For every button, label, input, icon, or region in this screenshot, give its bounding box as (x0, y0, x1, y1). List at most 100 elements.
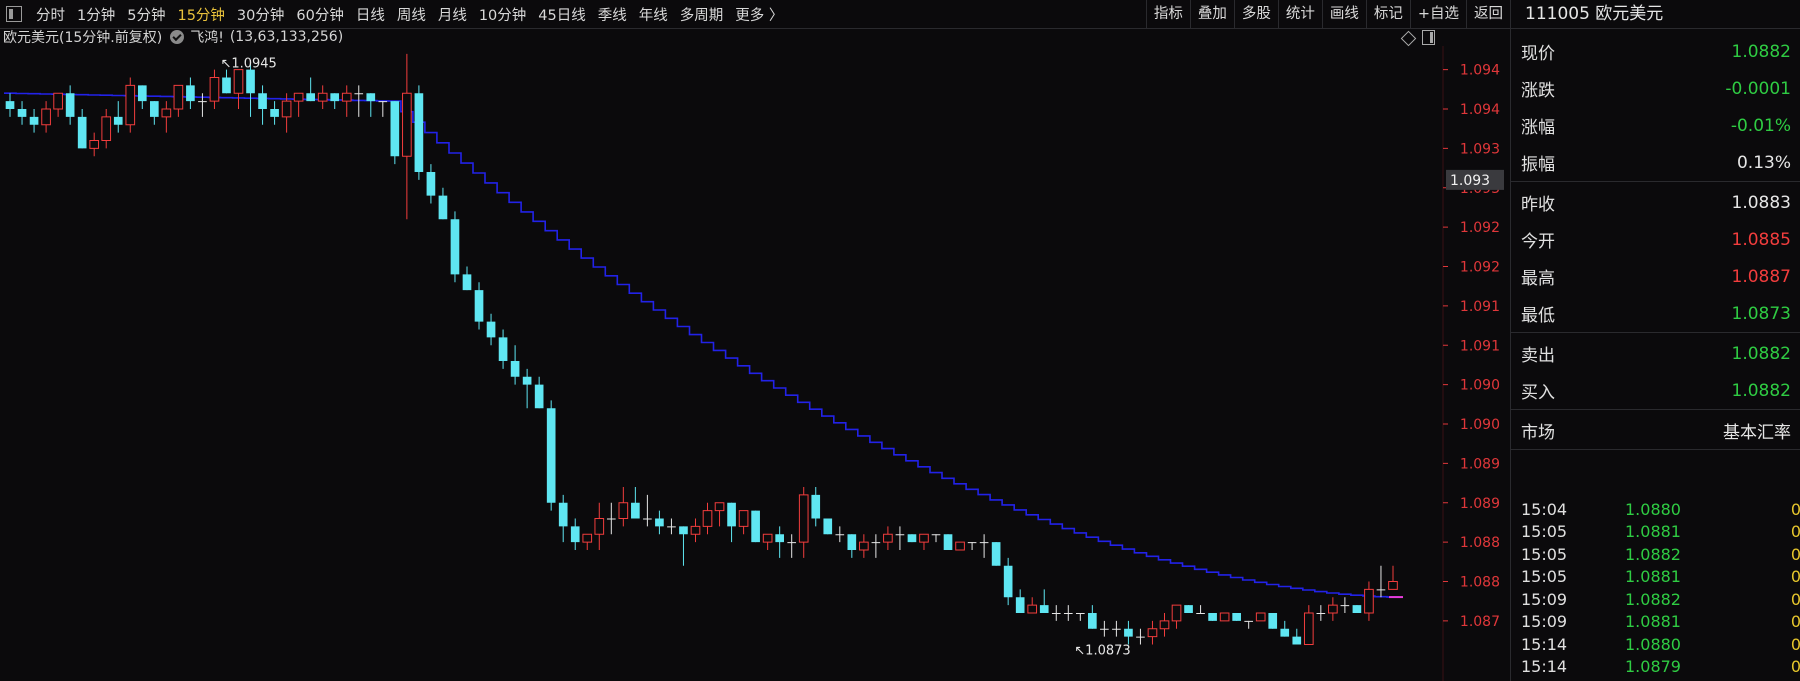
period-tab-11[interactable]: 季线 (592, 4, 633, 25)
candle-body (1196, 613, 1205, 614)
period-tab-0[interactable]: 分时 (30, 4, 71, 25)
candle-body (798, 494, 809, 543)
candle-body (53, 92, 63, 110)
candle-body (835, 534, 845, 536)
quote-row-3: 振幅 0.13% (1511, 144, 1800, 181)
y-tick-label: 1.093 (1460, 141, 1500, 157)
period-tab-6[interactable]: 日线 (350, 4, 391, 25)
candle-body (859, 541, 869, 551)
price-annotation: ↖1.0873 (1074, 644, 1130, 659)
candle-body (943, 534, 953, 550)
candle-body (330, 93, 340, 102)
candle-body (1328, 604, 1338, 614)
candle-body (414, 93, 424, 172)
period-tab-14[interactable]: 更多 〉 (729, 4, 789, 25)
candle-body (618, 502, 629, 519)
candle-body (883, 533, 893, 543)
quote-row-0: 现价 1.0882 (1511, 33, 1800, 70)
panel-toggle-icon[interactable] (1422, 30, 1435, 45)
panel-title: 111005 欧元美元 (1511, 0, 1800, 29)
candle-body (402, 92, 412, 157)
tool-button-4[interactable]: 画线 (1321, 0, 1366, 28)
quote-label: 现价 (1521, 44, 1555, 64)
period-tab-8[interactable]: 月线 (432, 4, 473, 25)
tool-button-3[interactable]: 统计 (1277, 0, 1322, 28)
candle-body (1352, 605, 1362, 613)
candle-body (65, 93, 75, 117)
candle-body (258, 93, 267, 109)
bidask-row-0: 卖出 1.0882 (1511, 335, 1800, 372)
candle-body (1388, 581, 1398, 590)
y-tick-label: 1.089 (1460, 456, 1500, 472)
candle-body (101, 116, 112, 141)
y-tick-label: 1.090 (1460, 417, 1500, 433)
candle-body (1376, 589, 1386, 591)
tick-vol: 0 (1790, 522, 1800, 542)
candle-body (895, 534, 905, 536)
period-tab-5[interactable]: 60分钟 (290, 4, 349, 25)
tool-button-5[interactable]: 标记 (1365, 0, 1410, 28)
candle-body (77, 116, 87, 149)
candle-body (1184, 605, 1193, 613)
candle-body (631, 502, 640, 519)
quote-row-2: 涨幅 -0.01% (1511, 107, 1800, 144)
candle-body (690, 525, 701, 535)
layout-toggle-icon[interactable] (6, 6, 22, 22)
candle-body (426, 172, 436, 196)
candle-body (173, 84, 184, 110)
y-tick-label: 1.091 (1460, 299, 1500, 315)
bidask-value: 1.0882 (1731, 343, 1791, 364)
tool-button-1[interactable]: 叠加 (1189, 0, 1234, 28)
candle-body (907, 534, 917, 543)
candle-body (209, 77, 220, 102)
candlestick-chart[interactable]: 1.094 1.094 1.093 1.093 1.092 1.092 1.091 1.091… (0, 46, 1510, 681)
tool-button-0[interactable]: 指标 (1145, 0, 1190, 28)
indicator-dropdown-icon[interactable] (170, 30, 185, 44)
quote-value: -0.0001 (1725, 78, 1791, 99)
y-tick-label: 1.088 (1460, 535, 1500, 551)
quote-value: -0.01% (1730, 115, 1791, 136)
ohlc-row-0: 昨收 1.0883 (1511, 184, 1800, 221)
tick-row: 15:05 1.0882 0 (1511, 543, 1800, 566)
period-tab-4[interactable]: 30分钟 (231, 4, 290, 25)
candle-body (41, 108, 51, 126)
period-tab-10[interactable]: 45日线 (532, 4, 591, 25)
tool-button-2[interactable]: 多股 (1233, 0, 1278, 28)
period-tab-13[interactable]: 多周期 (674, 4, 730, 25)
ohlc-value: 1.0885 (1731, 229, 1791, 250)
period-tab-1[interactable]: 1分钟 (71, 4, 121, 25)
candle-body (29, 116, 39, 125)
tick-price: 1.0882 (1625, 589, 1681, 609)
period-tab-2[interactable]: 5分钟 (121, 4, 171, 25)
candle-body (1292, 636, 1302, 645)
candle-body (1303, 612, 1314, 645)
diamond-icon[interactable] (1400, 30, 1417, 47)
candle-body (450, 219, 460, 275)
period-tab-3[interactable]: 15分钟 (171, 4, 230, 25)
candle-body (775, 534, 784, 543)
chart-corner-icons (1400, 30, 1435, 47)
candle-body (161, 108, 172, 118)
tool-button-6[interactable]: +自选 (1409, 0, 1466, 28)
tick-row: 15:05 1.0881 0 (1511, 566, 1800, 589)
candle-body (198, 101, 207, 103)
candle-body (679, 526, 688, 535)
tool-button-7[interactable]: 返回 (1466, 0, 1510, 28)
tick-time: 15:05 (1521, 567, 1568, 587)
candle-body (510, 361, 520, 377)
period-tab-12[interactable]: 年线 (633, 4, 674, 25)
tick-price: 1.0882 (1625, 544, 1681, 564)
ohlc-block: 昨收 1.0883 今开 1.0885 最高 1.0887 最低 1.0873 (1511, 182, 1800, 332)
candle-body (667, 526, 676, 528)
candle-body (233, 69, 244, 94)
y-tick-label: 1.092 (1460, 220, 1500, 236)
period-tab-7[interactable]: 周线 (391, 4, 432, 25)
candle-body (1015, 597, 1025, 613)
candle-body (498, 337, 508, 361)
chart-info-bar: 欧元美元(15分钟.前复权) 飞鸿! (13,63,133,256) (0, 28, 343, 46)
y-tick-label: 1.092 (1460, 260, 1500, 276)
y-tick-label: 1.089 (1460, 496, 1500, 512)
candle-body (125, 84, 136, 126)
period-tab-9[interactable]: 10分钟 (473, 4, 532, 25)
indicator-name[interactable]: 飞鸿! (190, 27, 224, 47)
